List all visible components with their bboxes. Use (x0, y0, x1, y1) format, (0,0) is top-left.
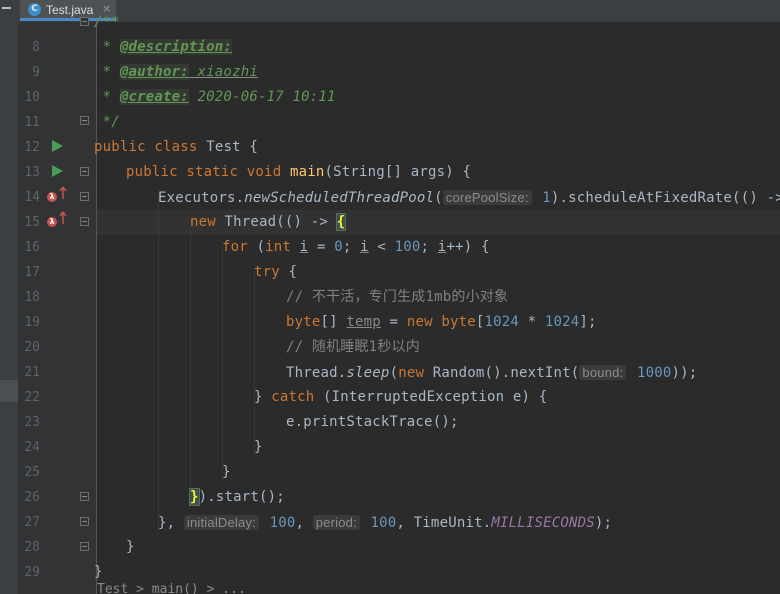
line-number: 15 (24, 215, 40, 230)
code-text: public class Test { (94, 139, 258, 155)
code-text: /** (94, 14, 120, 30)
code-line[interactable]: 17 try { (0, 260, 780, 285)
param-hint: bound: (579, 365, 627, 380)
line-number: 17 (24, 265, 40, 280)
code-line[interactable]: 27 }, initialDelay: 100, period: 100, Ti… (0, 510, 780, 535)
code-line[interactable]: 24 } (0, 435, 780, 460)
line-number: 11 (24, 115, 40, 130)
matched-brace: { (335, 213, 347, 231)
param-hint: corePoolSize: (442, 190, 532, 205)
line-number: 24 (24, 440, 40, 455)
code-text: try { (254, 264, 298, 280)
line-number: 27 (24, 515, 40, 530)
code-line[interactable]: 15 new Thread(() -> { (0, 210, 780, 235)
code-line[interactable]: 20 // 随机睡眠1秒以内 (0, 335, 780, 360)
code-line[interactable]: 13 public static void main(String[] args… (0, 160, 780, 185)
code-text: byte[] temp = new byte[1024 * 1024]; (286, 314, 597, 330)
code-text: }).start(); (189, 488, 285, 506)
code-line[interactable]: 18 // 不干活，专门生成1mb的小对象 (0, 285, 780, 310)
param-hint: period: (312, 515, 360, 530)
code-text: for (int i = 0; i < 100; i++) { (222, 239, 490, 255)
code-text: } (254, 439, 263, 455)
line-number: 26 (24, 490, 40, 505)
line-number: 14 (24, 190, 40, 205)
code-line[interactable]: 8 * @description: (0, 35, 780, 60)
strip-mark (2, 7, 11, 9)
code-line[interactable]: 11 */ (0, 110, 780, 135)
code-line[interactable]: 29 } (0, 560, 780, 585)
line-number: 25 (24, 465, 40, 480)
line-number: 9 (32, 65, 40, 80)
code-text: } catch (InterruptedException e) { (254, 389, 548, 405)
code-text: new Thread(() -> { (190, 213, 347, 231)
code-text: * @create: 2020-06-17 10:11 (94, 89, 336, 105)
code-text: }, initialDelay: 100, period: 100, TimeU… (158, 515, 613, 531)
code-line[interactable]: 16 for (int i = 0; i < 100; i++) { (0, 235, 780, 260)
breadcrumb[interactable]: Test > main() > ... (97, 583, 780, 594)
line-number: 18 (24, 290, 40, 305)
line-number: 29 (24, 565, 40, 580)
code-text: // 随机睡眠1秒以内 (286, 339, 420, 355)
line-number: 19 (24, 315, 40, 330)
code-text: e.printStackTrace(); (286, 414, 459, 430)
line-number: 8 (32, 40, 40, 55)
line-number: 12 (24, 140, 40, 155)
code-line[interactable]: 26 }).start(); (0, 485, 780, 510)
code-text: Executors.newScheduledThreadPool(corePoo… (158, 190, 780, 206)
line-number: 21 (24, 365, 40, 380)
line-number: 23 (24, 415, 40, 430)
line-number: 22 (24, 390, 40, 405)
code-line[interactable]: 28 } (0, 535, 780, 560)
code-line[interactable]: 12 public class Test { (0, 135, 780, 160)
code-line[interactable]: 14 Executors.newScheduledThreadPool(core… (0, 185, 780, 210)
line-number: 20 (24, 340, 40, 355)
code-text: } (126, 539, 135, 555)
code-line[interactable]: /** (0, 10, 780, 35)
code-text: */ (94, 114, 120, 130)
code-text: } (94, 564, 103, 580)
line-number: 16 (24, 240, 40, 255)
code-text: // 不干活，专门生成1mb的小对象 (286, 289, 509, 305)
line-number: 28 (24, 540, 40, 555)
code-line[interactable]: 19 byte[] temp = new byte[1024 * 1024]; (0, 310, 780, 335)
line-number: 10 (24, 90, 40, 105)
code-line[interactable]: 23 e.printStackTrace(); (0, 410, 780, 435)
code-text: * @description: (94, 39, 233, 55)
code-line[interactable]: 25 } (0, 460, 780, 485)
matched-brace: } (189, 488, 200, 506)
code-text: * @author: xiaozhi (94, 64, 258, 80)
line-number: 13 (24, 165, 40, 180)
param-hint: initialDelay: (183, 515, 259, 530)
code-text: } (222, 464, 231, 480)
code-text: Thread.sleep(new Random().nextInt(bound:… (286, 365, 698, 381)
code-line[interactable]: 9 * @author: xiaozhi (0, 60, 780, 85)
code-line[interactable]: 21 Thread.sleep(new Random().nextInt(bou… (0, 360, 780, 385)
code-line[interactable]: 10 * @create: 2020-06-17 10:11 (0, 85, 780, 110)
code-line[interactable]: 22 } catch (InterruptedException e) { (0, 385, 780, 410)
code-text: public static void main(String[] args) { (126, 164, 472, 180)
